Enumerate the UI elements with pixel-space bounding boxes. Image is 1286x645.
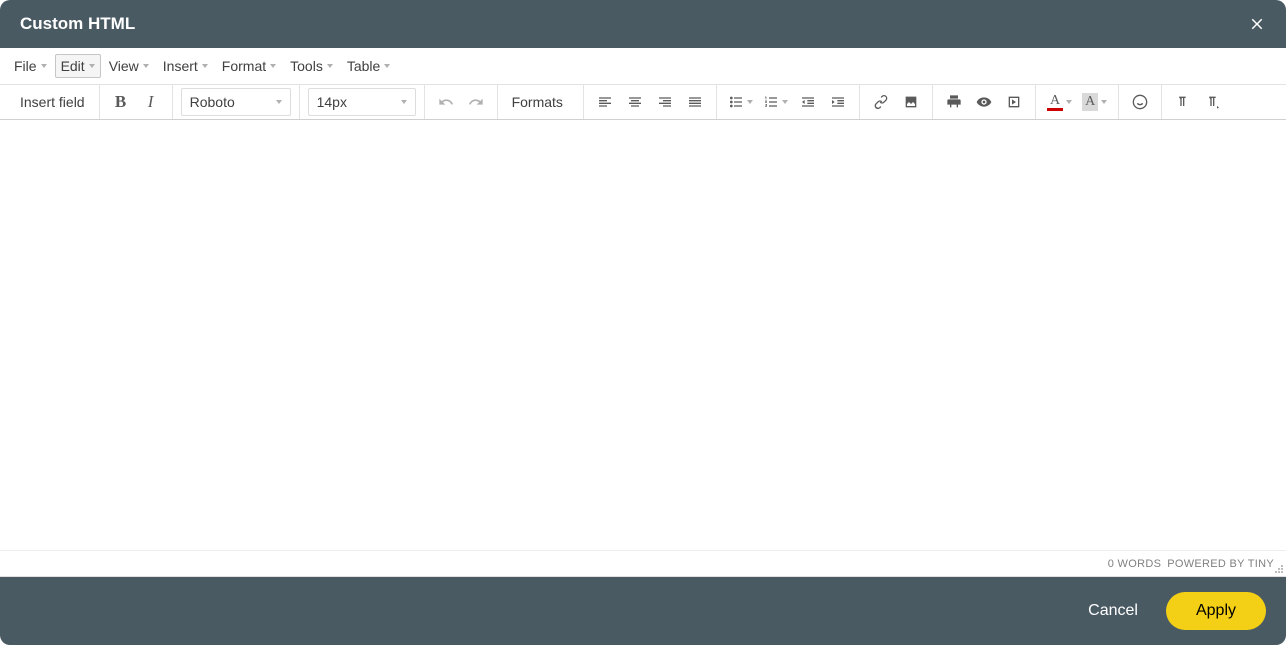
- menu-insert[interactable]: Insert: [157, 54, 214, 78]
- redo-button[interactable]: [462, 88, 490, 116]
- powered-by: POWERED BY TINY: [1167, 558, 1274, 570]
- align-right-button[interactable]: [651, 88, 679, 116]
- bullet-list-icon: [728, 94, 744, 110]
- insert-field-button[interactable]: Insert field: [12, 88, 93, 116]
- statusbar: 0 WORDS POWERED BY TINY: [0, 550, 1286, 576]
- close-button[interactable]: [1248, 15, 1266, 33]
- redo-icon: [468, 94, 484, 110]
- menubar: File Edit View Insert Format Tools Table: [0, 48, 1286, 84]
- chevron-down-icon: [327, 64, 333, 68]
- align-center-icon: [627, 94, 643, 110]
- ltr-icon: [1175, 94, 1191, 110]
- image-button[interactable]: [897, 88, 925, 116]
- menu-tools[interactable]: Tools: [284, 54, 339, 78]
- menu-edit[interactable]: Edit: [55, 54, 101, 78]
- menu-view[interactable]: View: [103, 54, 155, 78]
- align-right-icon: [657, 94, 673, 110]
- chevron-down-icon: [747, 100, 753, 104]
- toolbar: Insert field B I Roboto 14px Formats: [0, 84, 1286, 120]
- cancel-button[interactable]: Cancel: [1088, 602, 1138, 620]
- editor: File Edit View Insert Format Tools Table…: [0, 48, 1286, 577]
- menu-file[interactable]: File: [8, 54, 53, 78]
- chevron-down-icon: [1066, 100, 1072, 104]
- menu-table[interactable]: Table: [341, 54, 396, 78]
- link-button[interactable]: [867, 88, 895, 116]
- rtl-button[interactable]: [1199, 88, 1227, 116]
- text-color-button[interactable]: A: [1043, 88, 1076, 116]
- align-justify-icon: [687, 94, 703, 110]
- numbered-list-icon: [763, 94, 779, 110]
- ltr-button[interactable]: [1169, 88, 1197, 116]
- modal-title: Custom HTML: [20, 14, 135, 34]
- italic-button[interactable]: I: [137, 88, 165, 116]
- print-button[interactable]: [940, 88, 968, 116]
- chevron-down-icon: [270, 64, 276, 68]
- highlight-icon: A: [1082, 93, 1098, 111]
- apply-button[interactable]: Apply: [1166, 592, 1266, 630]
- font-size-select[interactable]: 14px: [308, 88, 416, 116]
- text-color-icon: A: [1047, 94, 1063, 111]
- close-icon: [1248, 15, 1266, 33]
- indent-button[interactable]: [824, 88, 852, 116]
- smile-icon: [1132, 94, 1148, 110]
- resize-handle-icon[interactable]: [1274, 564, 1284, 574]
- modal-titlebar: Custom HTML: [0, 0, 1286, 48]
- custom-html-modal: Custom HTML File Edit View Insert Format…: [0, 0, 1286, 645]
- rtl-icon: [1205, 94, 1221, 110]
- chevron-down-icon: [202, 64, 208, 68]
- image-icon: [903, 94, 919, 110]
- preview-button[interactable]: [970, 88, 998, 116]
- undo-button[interactable]: [432, 88, 460, 116]
- numbered-list-button[interactable]: [759, 88, 792, 116]
- background-color-button[interactable]: A: [1078, 88, 1111, 116]
- align-left-button[interactable]: [591, 88, 619, 116]
- chevron-down-icon: [89, 64, 95, 68]
- align-justify-button[interactable]: [681, 88, 709, 116]
- chevron-down-icon: [276, 100, 282, 104]
- word-count: 0 WORDS: [1108, 558, 1161, 570]
- chevron-down-icon: [401, 100, 407, 104]
- undo-icon: [438, 94, 454, 110]
- editor-body[interactable]: [0, 120, 1286, 550]
- chevron-down-icon: [143, 64, 149, 68]
- modal-footer: Cancel Apply: [0, 577, 1286, 645]
- align-left-icon: [597, 94, 613, 110]
- eye-icon: [976, 94, 992, 110]
- chevron-down-icon: [782, 100, 788, 104]
- media-button[interactable]: [1000, 88, 1028, 116]
- outdent-icon: [800, 94, 816, 110]
- outdent-button[interactable]: [794, 88, 822, 116]
- chevron-down-icon: [41, 64, 47, 68]
- chevron-down-icon: [384, 64, 390, 68]
- menu-format[interactable]: Format: [216, 54, 282, 78]
- font-family-select[interactable]: Roboto: [181, 88, 291, 116]
- emoticons-button[interactable]: [1126, 88, 1154, 116]
- media-icon: [1006, 94, 1022, 110]
- link-icon: [873, 94, 889, 110]
- chevron-down-icon: [1101, 100, 1107, 104]
- bold-button[interactable]: B: [107, 88, 135, 116]
- indent-icon: [830, 94, 846, 110]
- content-area: [0, 120, 1286, 550]
- print-icon: [946, 94, 962, 110]
- bullet-list-button[interactable]: [724, 88, 757, 116]
- align-center-button[interactable]: [621, 88, 649, 116]
- formats-select[interactable]: Formats: [504, 88, 577, 116]
